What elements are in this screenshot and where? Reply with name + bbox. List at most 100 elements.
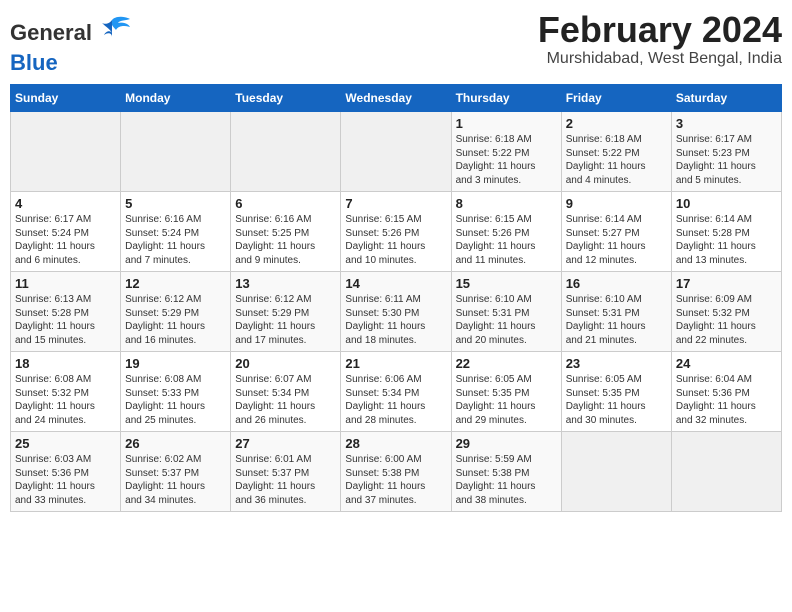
calendar-cell-w4-d7: 24 Sunrise: 6:04 AM Sunset: 5:36 PM Dayli… xyxy=(671,352,781,432)
calendar-cell-w3-d3: 13 Sunrise: 6:12 AM Sunset: 5:29 PM Dayli… xyxy=(231,272,341,352)
calendar-cell-w3-d5: 15Sunrise: 6:10 AM Sunset: 5:31 PM Dayli… xyxy=(451,272,561,352)
day-number: 22 xyxy=(456,356,557,371)
calendar-cell-w5-d6 xyxy=(561,432,671,512)
calendar-cell-w2-d2: 5 Sunrise: 6:16 AM Sunset: 5:24 PM Daylig… xyxy=(121,192,231,272)
day-detail: Sunrise: 6:12 AM Sunset: 5:29 PM Dayligh… xyxy=(235,293,336,347)
day-number: 3 xyxy=(676,116,777,131)
calendar-title: February 2024 xyxy=(538,10,782,50)
day-number: 11 xyxy=(15,276,116,291)
calendar-subtitle: Murshidabad, West Bengal, India xyxy=(538,50,782,68)
day-number: 23 xyxy=(566,356,667,371)
weekday-header-friday: Friday xyxy=(561,85,671,112)
calendar-cell-w2-d3: 6 Sunrise: 6:16 AM Sunset: 5:25 PM Daylig… xyxy=(231,192,341,272)
weekday-header-monday: Monday xyxy=(121,85,231,112)
calendar-cell-w5-d5: 29 Sunrise: 5:59 AM Sunset: 5:38 PM Dayli… xyxy=(451,432,561,512)
day-number: 21 xyxy=(345,356,446,371)
day-number: 13 xyxy=(235,276,336,291)
weekday-header-sunday: Sunday xyxy=(11,85,121,112)
day-detail: Sunrise: 6:15 AM Sunset: 5:26 PM Dayligh… xyxy=(345,213,446,267)
day-number: 19 xyxy=(125,356,226,371)
day-number: 27 xyxy=(235,436,336,451)
calendar-cell-w4-d1: 18 Sunrise: 6:08 AM Sunset: 5:32 PM Dayli… xyxy=(11,352,121,432)
day-detail: Sunrise: 6:07 AM Sunset: 5:34 PM Dayligh… xyxy=(235,373,336,427)
day-detail: Sunrise: 6:15 AM Sunset: 5:26 PM Dayligh… xyxy=(456,213,557,267)
calendar-cell-w3-d2: 12Sunrise: 6:12 AM Sunset: 5:29 PM Dayli… xyxy=(121,272,231,352)
day-number: 9 xyxy=(566,196,667,211)
day-number: 29 xyxy=(456,436,557,451)
weekday-header-thursday: Thursday xyxy=(451,85,561,112)
day-number: 25 xyxy=(15,436,116,451)
calendar-cell-w3-d7: 17 Sunrise: 6:09 AM Sunset: 5:32 PM Dayli… xyxy=(671,272,781,352)
calendar-cell-w1-d6: 2Sunrise: 6:18 AM Sunset: 5:22 PM Daylig… xyxy=(561,112,671,192)
calendar-cell-w1-d4 xyxy=(341,112,451,192)
day-detail: Sunrise: 6:13 AM Sunset: 5:28 PM Dayligh… xyxy=(15,293,116,347)
calendar-cell-w2-d4: 7 Sunrise: 6:15 AM Sunset: 5:26 PM Daylig… xyxy=(341,192,451,272)
day-number: 28 xyxy=(345,436,446,451)
day-detail: Sunrise: 6:06 AM Sunset: 5:34 PM Dayligh… xyxy=(345,373,446,427)
day-number: 14 xyxy=(345,276,446,291)
calendar-cell-w1-d1 xyxy=(11,112,121,192)
calendar-cell-w2-d5: 8 Sunrise: 6:15 AM Sunset: 5:26 PM Daylig… xyxy=(451,192,561,272)
calendar-cell-w3-d6: 16 Sunrise: 6:10 AM Sunset: 5:31 PM Dayli… xyxy=(561,272,671,352)
calendar-cell-w4-d4: 21 Sunrise: 6:06 AM Sunset: 5:34 PM Dayli… xyxy=(341,352,451,432)
calendar-cell-w5-d7 xyxy=(671,432,781,512)
day-number: 7 xyxy=(345,196,446,211)
day-detail: Sunrise: 5:59 AM Sunset: 5:38 PM Dayligh… xyxy=(456,453,557,507)
logo-text-blue: Blue xyxy=(10,50,58,76)
day-number: 17 xyxy=(676,276,777,291)
day-number: 18 xyxy=(15,356,116,371)
day-detail: Sunrise: 6:09 AM Sunset: 5:32 PM Dayligh… xyxy=(676,293,777,347)
day-number: 12 xyxy=(125,276,226,291)
calendar-cell-w2-d6: 9 Sunrise: 6:14 AM Sunset: 5:27 PM Daylig… xyxy=(561,192,671,272)
day-detail: Sunrise: 6:01 AM Sunset: 5:37 PM Dayligh… xyxy=(235,453,336,507)
day-number: 16 xyxy=(566,276,667,291)
day-detail: Sunrise: 6:18 AM Sunset: 5:22 PM Dayligh… xyxy=(566,133,667,187)
calendar-cell-w3-d1: 11 Sunrise: 6:13 AM Sunset: 5:28 PM Dayli… xyxy=(11,272,121,352)
calendar-cell-w4-d2: 19 Sunrise: 6:08 AM Sunset: 5:33 PM Dayli… xyxy=(121,352,231,432)
day-detail: Sunrise: 6:17 AM Sunset: 5:23 PM Dayligh… xyxy=(676,133,777,187)
calendar-cell-w5-d2: 26Sunrise: 6:02 AM Sunset: 5:37 PM Dayli… xyxy=(121,432,231,512)
calendar-cell-w3-d4: 14 Sunrise: 6:11 AM Sunset: 5:30 PM Dayli… xyxy=(341,272,451,352)
day-detail: Sunrise: 6:08 AM Sunset: 5:32 PM Dayligh… xyxy=(15,373,116,427)
day-detail: Sunrise: 6:05 AM Sunset: 5:35 PM Dayligh… xyxy=(566,373,667,427)
day-detail: Sunrise: 6:03 AM Sunset: 5:36 PM Dayligh… xyxy=(15,453,116,507)
calendar-cell-w1-d5: 1Sunrise: 6:18 AM Sunset: 5:22 PM Daylig… xyxy=(451,112,561,192)
weekday-header-tuesday: Tuesday xyxy=(231,85,341,112)
day-detail: Sunrise: 6:14 AM Sunset: 5:27 PM Dayligh… xyxy=(566,213,667,267)
day-detail: Sunrise: 6:04 AM Sunset: 5:36 PM Dayligh… xyxy=(676,373,777,427)
week-row-3: 11 Sunrise: 6:13 AM Sunset: 5:28 PM Dayli… xyxy=(11,272,782,352)
day-detail: Sunrise: 6:10 AM Sunset: 5:31 PM Dayligh… xyxy=(456,293,557,347)
day-number: 6 xyxy=(235,196,336,211)
title-section: February 2024 Murshidabad, West Bengal, … xyxy=(538,10,782,68)
day-detail: Sunrise: 6:02 AM Sunset: 5:37 PM Dayligh… xyxy=(125,453,226,507)
day-number: 8 xyxy=(456,196,557,211)
day-number: 5 xyxy=(125,196,226,211)
week-row-5: 25 Sunrise: 6:03 AM Sunset: 5:36 PM Dayli… xyxy=(11,432,782,512)
calendar-cell-w5-d4: 28 Sunrise: 6:00 AM Sunset: 5:38 PM Dayli… xyxy=(341,432,451,512)
day-detail: Sunrise: 6:11 AM Sunset: 5:30 PM Dayligh… xyxy=(345,293,446,347)
day-detail: Sunrise: 6:16 AM Sunset: 5:25 PM Dayligh… xyxy=(235,213,336,267)
calendar-cell-w4-d5: 22 Sunrise: 6:05 AM Sunset: 5:35 PM Dayli… xyxy=(451,352,561,432)
calendar-cell-w1-d7: 3 Sunrise: 6:17 AM Sunset: 5:23 PM Daylig… xyxy=(671,112,781,192)
calendar-cell-w5-d1: 25 Sunrise: 6:03 AM Sunset: 5:36 PM Dayli… xyxy=(11,432,121,512)
calendar-cell-w5-d3: 27 Sunrise: 6:01 AM Sunset: 5:37 PM Dayli… xyxy=(231,432,341,512)
day-number: 20 xyxy=(235,356,336,371)
logo: General Blue xyxy=(10,10,132,76)
day-detail: Sunrise: 6:18 AM Sunset: 5:22 PM Dayligh… xyxy=(456,133,557,187)
week-row-1: 1Sunrise: 6:18 AM Sunset: 5:22 PM Daylig… xyxy=(11,112,782,192)
weekday-header-wednesday: Wednesday xyxy=(341,85,451,112)
day-detail: Sunrise: 6:05 AM Sunset: 5:35 PM Dayligh… xyxy=(456,373,557,427)
day-detail: Sunrise: 6:00 AM Sunset: 5:38 PM Dayligh… xyxy=(345,453,446,507)
calendar-cell-w2-d7: 10Sunrise: 6:14 AM Sunset: 5:28 PM Dayli… xyxy=(671,192,781,272)
calendar-cell-w4-d3: 20 Sunrise: 6:07 AM Sunset: 5:34 PM Dayli… xyxy=(231,352,341,432)
calendar-cell-w1-d2 xyxy=(121,112,231,192)
logo-bird-icon xyxy=(92,15,132,50)
weekday-header-row: SundayMondayTuesdayWednesdayThursdayFrid… xyxy=(11,85,782,112)
day-detail: Sunrise: 6:16 AM Sunset: 5:24 PM Dayligh… xyxy=(125,213,226,267)
day-detail: Sunrise: 6:08 AM Sunset: 5:33 PM Dayligh… xyxy=(125,373,226,427)
calendar-cell-w2-d1: 4Sunrise: 6:17 AM Sunset: 5:24 PM Daylig… xyxy=(11,192,121,272)
day-detail: Sunrise: 6:17 AM Sunset: 5:24 PM Dayligh… xyxy=(15,213,116,267)
page-header: General Blue February 2024 Murshidabad, … xyxy=(10,10,782,76)
day-detail: Sunrise: 6:10 AM Sunset: 5:31 PM Dayligh… xyxy=(566,293,667,347)
day-number: 24 xyxy=(676,356,777,371)
